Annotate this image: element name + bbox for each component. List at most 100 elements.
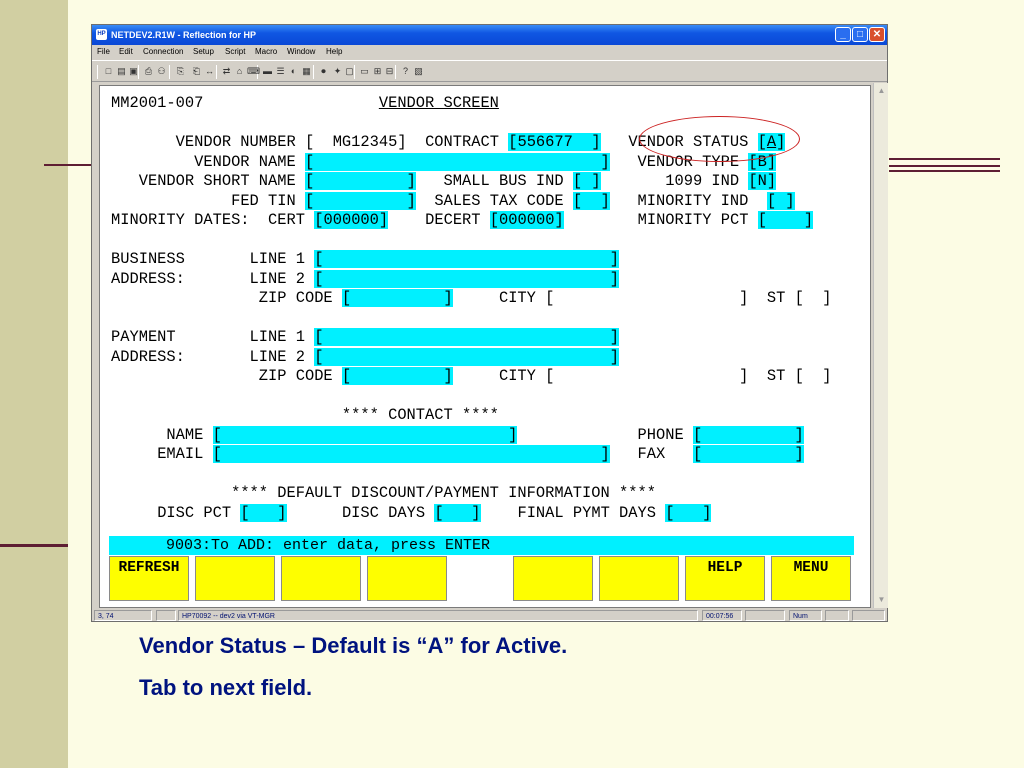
- final-pymt-days-field[interactable]: [ ]: [665, 504, 712, 522]
- scroll-up-icon[interactable]: ▲: [877, 86, 886, 95]
- find-icon[interactable]: ⚇: [156, 66, 167, 77]
- reflection-window: HP NETDEV2.R1W - Reflection for HP _ □ ✕…: [91, 24, 888, 622]
- payment-line1-field[interactable]: [ ]: [314, 328, 620, 346]
- help-key[interactable]: HELP: [685, 556, 765, 601]
- disc-days-field[interactable]: [ ]: [434, 504, 481, 522]
- menu-setup[interactable]: Setup: [193, 45, 214, 59]
- print-icon[interactable]: ⎙: [143, 66, 154, 77]
- menu-window[interactable]: Window: [287, 45, 315, 59]
- payment-zip-field[interactable]: [ ]: [341, 367, 453, 385]
- function-key-f3[interactable]: [281, 556, 361, 601]
- close-button[interactable]: ✕: [869, 27, 885, 42]
- payment-line2-field[interactable]: [ ]: [314, 348, 620, 366]
- connect-icon[interactable]: ↔: [204, 66, 215, 77]
- caption-line-2: Tab to next field.: [139, 675, 313, 700]
- save-icon[interactable]: ▣: [128, 66, 139, 77]
- payment-zip-label: ZIP CODE: [258, 367, 333, 385]
- contract-field[interactable]: [556677 ]: [508, 133, 601, 151]
- display-icon[interactable]: ▬: [262, 66, 273, 77]
- small-bus-ind-field[interactable]: [ ]: [572, 172, 601, 190]
- menu-connection[interactable]: Connection: [143, 45, 183, 59]
- settings-icon[interactable]: ☰: [275, 66, 286, 77]
- business-zip-field[interactable]: [ ]: [341, 289, 453, 307]
- terminal-icon[interactable]: ▭: [359, 66, 370, 77]
- menu-script[interactable]: Script: [225, 45, 245, 59]
- fax-field[interactable]: [ ]: [692, 445, 804, 463]
- vertical-scrollbar[interactable]: ▲ ▼: [873, 83, 888, 608]
- business-line2-field[interactable]: [ ]: [314, 270, 620, 288]
- macro-icon[interactable]: ✦: [332, 66, 343, 77]
- business-st-field[interactable]: [ ]: [795, 289, 832, 307]
- session-timer: 00:07:56: [702, 610, 742, 621]
- cert-field[interactable]: [000000]: [314, 211, 389, 229]
- business-city-field[interactable]: [ ]: [545, 289, 748, 307]
- email-field[interactable]: [ ]: [212, 445, 610, 463]
- payment-line1-label: LINE 1: [249, 328, 305, 346]
- maximize-button[interactable]: □: [852, 27, 868, 42]
- message-text: 9003:To ADD: enter data, press ENTER: [166, 537, 491, 554]
- dialog-icon[interactable]: ⊟: [384, 66, 395, 77]
- decert-field[interactable]: [000000]: [489, 211, 564, 229]
- payment-st-field[interactable]: [ ]: [795, 367, 832, 385]
- terminal-screen[interactable]: MM2001-007 VENDOR SCREEN VENDOR NUMBER […: [99, 85, 871, 608]
- copy-icon[interactable]: ⎘: [175, 66, 186, 77]
- payment-city-field[interactable]: [ ]: [545, 367, 748, 385]
- toolbar-separator: [169, 65, 170, 79]
- function-key-bar: REFRESH HELP MENU: [109, 556, 854, 604]
- disc-pct-field[interactable]: [ ]: [240, 504, 287, 522]
- function-key-f4[interactable]: [367, 556, 447, 601]
- function-key-f7[interactable]: [599, 556, 679, 601]
- decorative-line: [0, 544, 68, 547]
- refresh-key[interactable]: REFRESH: [109, 556, 189, 601]
- paste-icon[interactable]: ⎗: [191, 66, 202, 77]
- fed-tin-field[interactable]: [ ]: [304, 192, 416, 210]
- menu-file[interactable]: File: [97, 45, 110, 59]
- small-bus-ind-label: SMALL BUS IND: [443, 172, 564, 190]
- vendor-short-name-field[interactable]: [ ]: [304, 172, 416, 190]
- hp-app-icon[interactable]: HP: [96, 29, 107, 40]
- record-icon[interactable]: ⏺: [318, 66, 329, 77]
- help-icon[interactable]: ?: [400, 66, 411, 77]
- payment-city-label: CITY: [498, 367, 536, 385]
- business-line1-field[interactable]: [ ]: [314, 250, 620, 268]
- toolbar-grip[interactable]: [97, 65, 98, 79]
- grid-icon[interactable]: ⊞: [372, 66, 383, 77]
- minority-pct-field[interactable]: [ ]: [757, 211, 814, 229]
- keyboard-icon[interactable]: ⌨: [247, 66, 260, 77]
- host-connection: HP70092 -- dev2 via VT-MGR: [178, 610, 698, 621]
- window-icon[interactable]: ▢: [344, 66, 355, 77]
- phone-field[interactable]: [ ]: [692, 426, 804, 444]
- decorative-line: [889, 170, 1000, 172]
- function-key-f2[interactable]: [195, 556, 275, 601]
- book-icon[interactable]: ▧: [413, 66, 424, 77]
- discount-header: **** DEFAULT DISCOUNT/PAYMENT INFORMATIO…: [231, 484, 656, 502]
- color-icon[interactable]: ◐: [288, 66, 299, 77]
- status-panel: [825, 610, 849, 621]
- menu-help[interactable]: Help: [326, 45, 342, 59]
- screen-icon[interactable]: ▦: [301, 66, 312, 77]
- vendor-number-label: VENDOR NUMBER: [175, 133, 296, 151]
- contact-name-field[interactable]: [ ]: [212, 426, 518, 444]
- title-bar[interactable]: HP NETDEV2.R1W - Reflection for HP _ □ ✕: [92, 25, 887, 45]
- new-icon[interactable]: □: [103, 66, 114, 77]
- vendor-name-field[interactable]: [ ]: [304, 153, 610, 171]
- minimize-button[interactable]: _: [835, 27, 851, 42]
- menu-macro[interactable]: Macro: [255, 45, 277, 59]
- sales-tax-code-field[interactable]: [ ]: [572, 192, 610, 210]
- function-key-f6[interactable]: [513, 556, 593, 601]
- business-line2-label: LINE 2: [249, 270, 305, 288]
- disc-pct-label: DISC PCT: [157, 504, 232, 522]
- vendor-number-value: MG12345: [332, 133, 398, 151]
- ind-1099-field[interactable]: [N]: [748, 172, 777, 190]
- minority-ind-field[interactable]: [ ]: [766, 192, 795, 210]
- toolbar-separator: [313, 65, 314, 79]
- menu-key[interactable]: MENU: [771, 556, 851, 601]
- menu-edit[interactable]: Edit: [119, 45, 133, 59]
- scroll-down-icon[interactable]: ▼: [877, 595, 886, 604]
- host-icon[interactable]: ⌂: [234, 66, 245, 77]
- transfer-icon[interactable]: ⇄: [221, 66, 232, 77]
- contract-label: CONTRACT: [425, 133, 499, 151]
- contact-name-label: NAME: [166, 426, 204, 444]
- status-bar: 3, 74 HP70092 -- dev2 via VT-MGR 00:07:5…: [92, 610, 887, 622]
- open-icon[interactable]: ▤: [116, 66, 127, 77]
